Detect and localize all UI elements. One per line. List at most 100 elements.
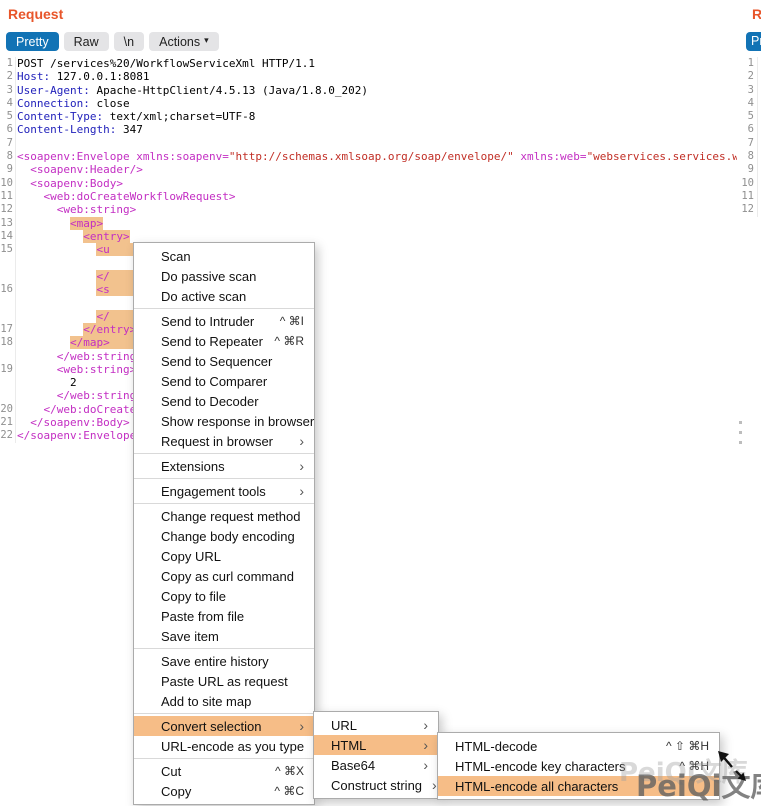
code-line-5: 5Content-Type: text/xml;charset=UTF-8 [0, 110, 737, 123]
line-number: 20 [0, 403, 13, 416]
menu-separator [134, 713, 314, 714]
line-content: Content-Length: 347 [17, 123, 143, 136]
menu-item-copy-to-file[interactable]: Copy to file [134, 586, 314, 606]
line-number: 3 [738, 84, 754, 97]
code-line-16: 16 <s [0, 283, 737, 296]
tab-pretty[interactable]: Pretty [6, 32, 59, 51]
line-number: 10 [738, 177, 754, 190]
menu-item-construct-string[interactable]: Construct string› [314, 775, 438, 795]
menu-item-paste-url-as-request[interactable]: Paste URL as request [134, 671, 314, 691]
line-number: 3 [0, 84, 13, 97]
menu-item-base64[interactable]: Base64› [314, 755, 438, 775]
line-number: 12 [0, 203, 13, 216]
menu-item-request-in-browser[interactable]: Request in browser› [134, 431, 314, 451]
tab-label: Raw [74, 35, 99, 49]
menu-item-send-to-repeater[interactable]: Send to Repeater^ ⌘R [134, 331, 314, 351]
menu-item-copy-as-curl-command[interactable]: Copy as curl command [134, 566, 314, 586]
code-line-19: 19 <web:string> [0, 363, 737, 376]
code-line [0, 296, 737, 309]
line-content: <entry> [17, 230, 130, 243]
code-line: </ [0, 270, 737, 283]
tab-newline[interactable]: \n [114, 32, 144, 51]
request-editor[interactable]: 1POST /services%20/WorkflowServiceXml HT… [0, 57, 737, 443]
shortcut-label: ^ ⇧ ⌘H [666, 739, 709, 753]
line-content: Content-Type: text/xml;charset=UTF-8 [17, 110, 255, 123]
menu-item-label: Extensions [161, 459, 289, 474]
menu-item-send-to-comparer[interactable]: Send to Comparer [134, 371, 314, 391]
tab-raw[interactable]: Raw [64, 32, 109, 51]
line-content: </web:string> [17, 389, 143, 402]
menu-item-label: Send to Decoder [161, 394, 304, 409]
menu-item-copy[interactable]: Copy^ ⌘C [134, 781, 314, 801]
cursor-arrow-icon [716, 749, 738, 771]
code-line: </web:string> [0, 389, 737, 402]
menu-item-url[interactable]: URL› [314, 715, 438, 735]
line-number: 9 [0, 163, 13, 176]
menu-item-save-item[interactable]: Save item [134, 626, 314, 646]
line-content: <map> [17, 217, 103, 230]
menu-item-paste-from-file[interactable]: Paste from file [134, 606, 314, 626]
menu-item-url-encode-as-you-type[interactable]: URL-encode as you type [134, 736, 314, 756]
menu-item-send-to-decoder[interactable]: Send to Decoder [134, 391, 314, 411]
menu-item-show-response-in-browser[interactable]: Show response in browser [134, 411, 314, 431]
line-number: 1 [0, 57, 13, 70]
line-content: User-Agent: Apache-HttpClient/4.5.13 (Ja… [17, 84, 368, 97]
menu-item-label: URL-encode as you type [161, 739, 304, 754]
menu-item-do-active-scan[interactable]: Do active scan [134, 286, 314, 306]
menu-separator [134, 503, 314, 504]
line-content: </ [17, 270, 143, 283]
line-number: 14 [0, 230, 13, 243]
response-panel-title: Request [752, 6, 761, 22]
menu-separator [134, 758, 314, 759]
menu-item-scan[interactable]: Scan [134, 246, 314, 266]
line-content: <soapenv:Header/> [17, 163, 143, 176]
line-number: 10 [0, 177, 13, 190]
menu-item-label: Scan [161, 249, 304, 264]
line-number: 12 [738, 203, 754, 216]
resize-arrow-icon [734, 769, 748, 783]
line-content: </entry> [17, 323, 149, 336]
line-content: 2 [17, 376, 77, 389]
tab-actions[interactable]: Actions▾ [149, 32, 219, 51]
line-number: 6 [738, 123, 754, 136]
line-content: <web:string> [17, 363, 136, 376]
line-content: <s [17, 283, 149, 296]
menu-item-label: Show response in browser [161, 414, 314, 429]
menu-item-label: Send to Repeater [161, 334, 264, 349]
line-number: 13 [0, 217, 13, 230]
menu-item-cut[interactable]: Cut^ ⌘X [134, 761, 314, 781]
line-number: 1 [738, 57, 754, 70]
menu-item-engagement-tools[interactable]: Engagement tools› [134, 481, 314, 501]
menu-item-label: Convert selection [161, 719, 289, 734]
menu-item-add-to-site-map[interactable]: Add to site map [134, 691, 314, 711]
menu-item-label: Copy to file [161, 589, 304, 604]
menu-item-label: Do passive scan [161, 269, 304, 284]
code-line-8: 8<soapenv:Envelope xmlns:soapenv="http:/… [0, 150, 737, 163]
submenu-arrow-icon: › [299, 719, 304, 733]
line-content: <web:string> [17, 203, 136, 216]
convert-selection-submenu: URL›HTML›Base64›Construct string› [313, 711, 439, 799]
menu-item-html[interactable]: HTML› [314, 735, 438, 755]
menu-item-label: Paste from file [161, 609, 304, 624]
line-number: 4 [738, 97, 754, 110]
line-content: </soapenv:Body> [17, 416, 130, 429]
chevron-down-icon: ▾ [204, 36, 209, 45]
menu-item-convert-selection[interactable]: Convert selection › [134, 716, 314, 736]
menu-item-save-entire-history[interactable]: Save entire history [134, 651, 314, 671]
line-number: 6 [0, 123, 13, 136]
panel-divider-handle[interactable] [737, 421, 743, 451]
menu-item-change-body-encoding[interactable]: Change body encoding [134, 526, 314, 546]
menu-item-extensions[interactable]: Extensions› [134, 456, 314, 476]
code-line-13: 13 <map> [0, 217, 737, 230]
menu-item-send-to-intruder[interactable]: Send to Intruder^ ⌘I [134, 311, 314, 331]
code-line-11: 11 <web:doCreateWorkflowRequest> [0, 190, 737, 203]
right-panel-pretty-tab[interactable]: Pretty [746, 32, 761, 51]
menu-item-label: Save item [161, 629, 304, 644]
code-line-10: 10 <soapenv:Body> [0, 177, 737, 190]
menu-item-copy-url[interactable]: Copy URL [134, 546, 314, 566]
menu-item-change-request-method[interactable]: Change request method [134, 506, 314, 526]
code-line-4: 4Connection: close [0, 97, 737, 110]
menu-item-send-to-sequencer[interactable]: Send to Sequencer [134, 351, 314, 371]
line-number: 22 [0, 429, 13, 442]
menu-item-do-passive-scan[interactable]: Do passive scan [134, 266, 314, 286]
